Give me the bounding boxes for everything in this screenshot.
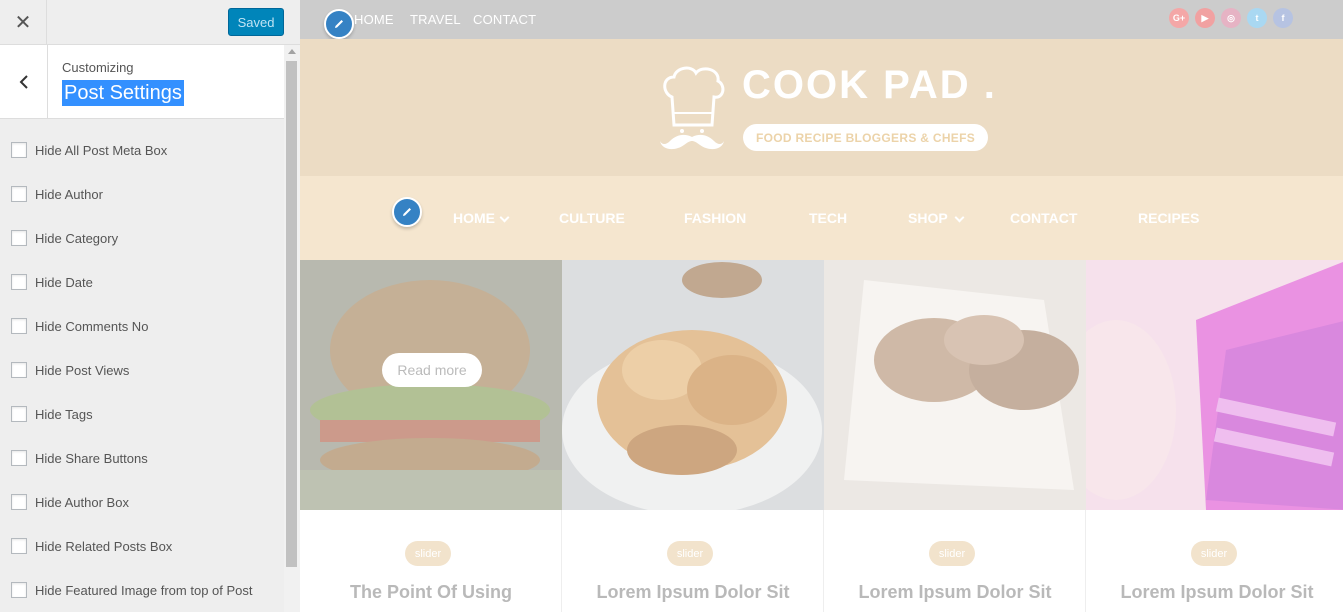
site-header: COOK PAD . FOOD RECIPE BLOGGERS & CHEFS <box>300 39 1343 176</box>
top-nav-contact[interactable]: CONTACT <box>473 12 536 27</box>
slide-title[interactable]: The Point Of Using <box>300 582 562 603</box>
category-badge[interactable]: slider <box>1191 541 1237 566</box>
option-checkbox[interactable] <box>11 582 27 598</box>
main-nav-item-culture[interactable]: CULTURE <box>559 210 625 226</box>
option-row[interactable]: Hide Featured Image from top of Post <box>11 580 253 600</box>
google-plus-icon[interactable]: G+ <box>1169 8 1189 28</box>
close-icon: ✕ <box>14 12 32 34</box>
instagram-icon[interactable]: ◎ <box>1221 8 1241 28</box>
edit-shortcut-main-menu[interactable] <box>392 197 422 227</box>
pencil-icon <box>335 20 343 28</box>
slide-image-burger[interactable]: Read more <box>300 260 562 510</box>
site-preview: HOME TRAVEL CONTACT G+ ▶ ◎ t f COOK PAD . FO… <box>300 0 1343 612</box>
main-nav-item-home[interactable]: HOME <box>453 210 495 226</box>
option-checkbox[interactable] <box>11 274 27 290</box>
main-navigation: HOME CULTURE FASHION TECH SHOP CONTACT RECIPES <box>300 176 1343 260</box>
slide-image-chicken[interactable] <box>562 260 824 510</box>
main-nav-item-tech[interactable]: TECH <box>809 210 847 226</box>
option-label: Hide Date <box>35 274 93 290</box>
option-row[interactable]: Hide Author Box <box>11 492 129 512</box>
back-button[interactable] <box>0 45 48 118</box>
option-label: Hide Category <box>35 230 119 246</box>
chevron-down-icon <box>499 212 510 223</box>
category-badge[interactable]: slider <box>929 541 975 566</box>
site-tagline: FOOD RECIPE BLOGGERS & CHEFS <box>743 124 988 151</box>
slide-image-instagram[interactable] <box>1086 260 1343 510</box>
option-label: Hide Comments No <box>35 318 149 334</box>
customizer-topbar: ✕ Saved <box>0 0 300 45</box>
option-checkbox[interactable] <box>11 318 27 334</box>
section-header: Customizing Post Settings <box>0 45 284 119</box>
main-nav-item-contact[interactable]: CONTACT <box>1010 210 1077 226</box>
slide-card: slider Lorem Ipsum Dolor Sit <box>562 510 824 612</box>
panel-scrollbar[interactable] <box>284 45 300 612</box>
option-row[interactable]: Hide Comments No <box>11 316 148 336</box>
chevron-down-icon <box>954 212 965 223</box>
top-nav-home[interactable]: HOME <box>354 12 394 27</box>
option-label: Hide Tags <box>35 406 93 422</box>
chevron-left-icon <box>19 74 28 89</box>
option-label: Hide Post Views <box>35 362 130 378</box>
customizer-app: ✕ Saved Customizing Post Settings Hide A… <box>0 0 1343 612</box>
option-row[interactable]: Hide Post Views <box>11 360 129 380</box>
slide-title[interactable]: Lorem Ipsum Dolor Sit <box>1086 582 1343 603</box>
option-label: Hide Featured Image from top of Post <box>35 582 253 598</box>
close-customizer-button[interactable]: ✕ <box>0 0 47 45</box>
slide-title[interactable]: Lorem Ipsum Dolor Sit <box>562 582 824 603</box>
slide-overlay <box>824 260 1086 510</box>
slide-title[interactable]: Lorem Ipsum Dolor Sit <box>824 582 1086 603</box>
edit-shortcut-top-menu[interactable] <box>324 9 354 39</box>
slide-card: slider Lorem Ipsum Dolor Sit <box>824 510 1086 612</box>
option-checkbox[interactable] <box>11 538 27 554</box>
slide-overlay <box>562 260 824 510</box>
option-row[interactable]: Hide Author <box>11 184 103 204</box>
option-label: Hide All Post Meta Box <box>35 142 168 158</box>
option-label: Hide Author <box>35 186 103 202</box>
category-badge[interactable]: slider <box>405 541 451 566</box>
read-more-button[interactable]: Read more <box>382 353 482 387</box>
option-row[interactable]: Hide Category <box>11 228 118 248</box>
option-checkbox[interactable] <box>11 362 27 378</box>
slide-card: slider The Point Of Using <box>300 510 562 612</box>
option-label: Hide Author Box <box>35 494 129 510</box>
saved-button[interactable]: Saved <box>228 8 284 36</box>
facebook-icon[interactable]: f <box>1273 8 1293 28</box>
scrollbar-thumb[interactable] <box>286 61 297 567</box>
main-nav-item-fashion[interactable]: FASHION <box>684 210 746 226</box>
top-nav-travel[interactable]: TRAVEL <box>410 12 461 27</box>
main-nav-item-recipes[interactable]: RECIPES <box>1138 210 1199 226</box>
option-checkbox[interactable] <box>11 230 27 246</box>
option-row[interactable]: Hide Tags <box>11 404 93 424</box>
customizer-panel: ✕ Saved Customizing Post Settings Hide A… <box>0 0 300 612</box>
option-row[interactable]: Hide All Post Meta Box <box>11 140 167 160</box>
option-row[interactable]: Hide Related Posts Box <box>11 536 172 556</box>
option-label: Hide Share Buttons <box>35 450 148 466</box>
pencil-icon <box>403 208 411 216</box>
option-checkbox[interactable] <box>11 494 27 510</box>
breadcrumb: Customizing <box>62 60 134 75</box>
top-utility-bar: HOME TRAVEL CONTACT G+ ▶ ◎ t f <box>300 0 1343 39</box>
section-title: Post Settings <box>62 80 184 106</box>
chef-logo-icon <box>660 66 725 150</box>
youtube-icon[interactable]: ▶ <box>1195 8 1215 28</box>
option-checkbox[interactable] <box>11 142 27 158</box>
site-logo-text[interactable]: COOK PAD . <box>742 63 997 108</box>
category-badge[interactable]: slider <box>667 541 713 566</box>
option-label: Hide Related Posts Box <box>35 538 173 554</box>
twitter-icon[interactable]: t <box>1247 8 1267 28</box>
scroll-up-arrow-icon[interactable] <box>288 49 296 54</box>
option-row[interactable]: Hide Share Buttons <box>11 448 148 468</box>
option-checkbox[interactable] <box>11 186 27 202</box>
option-row[interactable]: Hide Date <box>11 272 93 292</box>
main-nav-item-shop[interactable]: SHOP <box>908 210 948 226</box>
option-checkbox[interactable] <box>11 406 27 422</box>
slide-image-bread[interactable] <box>824 260 1086 510</box>
slide-card: slider Lorem Ipsum Dolor Sit <box>1086 510 1343 612</box>
option-checkbox[interactable] <box>11 450 27 466</box>
slide-overlay <box>1086 260 1343 510</box>
